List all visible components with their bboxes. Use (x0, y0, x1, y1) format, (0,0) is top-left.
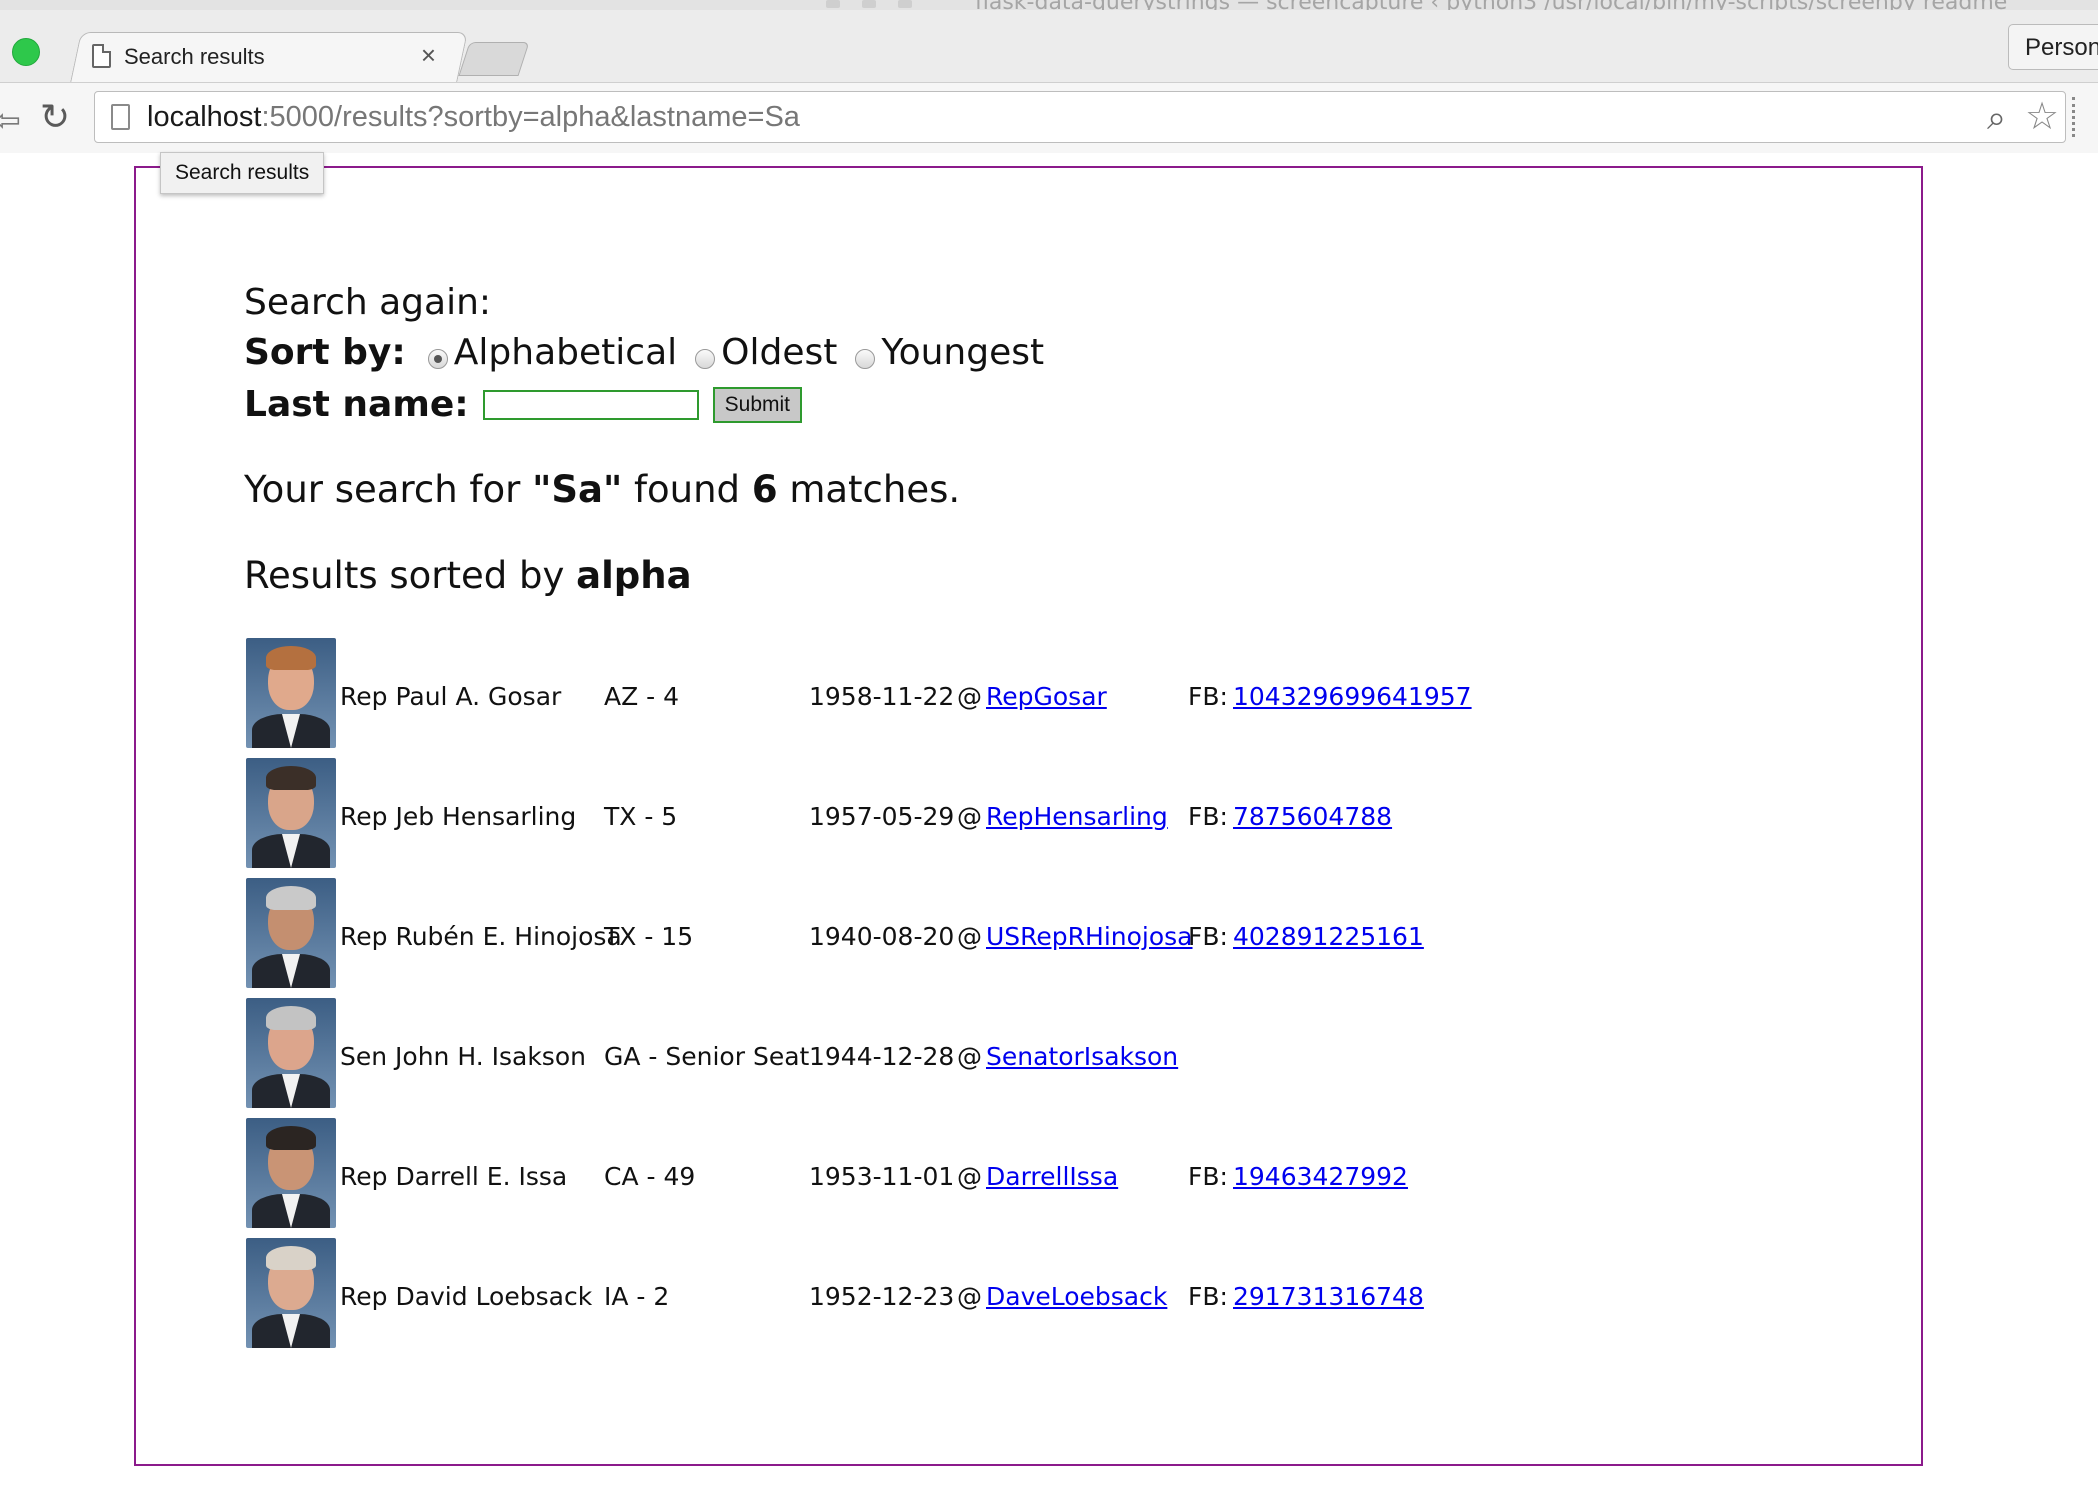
active-tab-content[interactable]: Search results × (88, 32, 458, 82)
member-district: TX - 5 (604, 802, 678, 831)
member-birthdate: 1958-11-22 (809, 682, 955, 711)
sort-youngest-label[interactable]: Youngest (881, 332, 1044, 373)
twitter-link[interactable]: DaveLoebsack (986, 1282, 1167, 1311)
portrait-photo (246, 1118, 336, 1228)
twitter-link[interactable]: RepGosar (986, 682, 1107, 711)
at-sign: @ (957, 1162, 982, 1191)
last-name-input[interactable] (482, 389, 699, 420)
result-row: Rep Paul A. Gosar AZ - 4 1958-11-22 @ Re… (246, 638, 1546, 748)
summary-query: "Sa" (532, 468, 623, 511)
menu-icon[interactable] (2072, 97, 2078, 137)
address-bar[interactable]: localhost:5000/results?sortby=alpha&last… (94, 91, 2066, 143)
fb-label: FB: (1188, 922, 1228, 951)
at-sign: @ (957, 1042, 982, 1071)
member-name: Rep Paul A. Gosar (340, 682, 562, 711)
window-close-light[interactable] (12, 38, 40, 66)
twitter-link[interactable]: RepHensarling (986, 802, 1168, 831)
summary-count: 6 (751, 468, 778, 511)
background-window-title: flask-data-querystrings — screencapture … (975, 0, 2007, 10)
sort-oldest-label[interactable]: Oldest (721, 332, 837, 373)
portrait-photo (246, 998, 336, 1108)
sort-alphabetical-radio[interactable] (427, 348, 448, 369)
result-row: Rep David Loebsack IA - 2 1952-12-23 @ D… (246, 1238, 1546, 1348)
sort-by-row: Sort by: Alphabetical Oldest Youngest (244, 332, 1058, 373)
sort-by-label: Sort by: (244, 332, 406, 373)
fb-label: FB: (1188, 682, 1228, 711)
twitter-link[interactable]: SenatorIsakson (986, 1042, 1178, 1071)
member-district: CA - 49 (604, 1162, 696, 1191)
portrait-photo (246, 878, 336, 988)
url-text[interactable]: localhost:5000/results?sortby=alpha&last… (147, 101, 800, 134)
facebook-link[interactable]: 402891225161 (1233, 922, 1424, 951)
member-name: Sen John H. Isakson (340, 1042, 586, 1071)
member-birthdate: 1940-08-20 (809, 922, 955, 951)
result-row: Sen John H. Isakson GA - Senior Seat 194… (246, 998, 1546, 1108)
profile-button[interactable]: Person (2008, 24, 2098, 70)
at-sign: @ (957, 1282, 982, 1311)
bookmark-star-icon[interactable]: ☆ (2025, 94, 2059, 138)
back-arrow-icon[interactable]: ⇦ (0, 101, 21, 139)
tab-tooltip: Search results (160, 152, 325, 194)
sorted-by-value: alpha (576, 554, 692, 597)
member-district: AZ - 4 (604, 682, 680, 711)
member-name: Rep Jeb Hensarling (340, 802, 577, 831)
portrait-photo (246, 638, 336, 748)
page-icon (92, 44, 111, 68)
background-window-strip: flask-data-querystrings — screencapture … (0, 0, 2098, 10)
facebook-link[interactable]: 7875604788 (1233, 802, 1392, 831)
member-birthdate: 1944-12-28 (809, 1042, 955, 1071)
member-name: Rep Darrell E. Issa (340, 1162, 568, 1191)
facebook-link[interactable]: 291731316748 (1233, 1282, 1424, 1311)
reload-icon[interactable]: ↻ (40, 97, 70, 138)
member-district: IA - 2 (604, 1282, 670, 1311)
search-summary: Your search for "Sa" found 6 matches. (244, 468, 960, 511)
portrait-photo (246, 1238, 336, 1348)
submit-button[interactable]: Submit (712, 386, 803, 423)
member-birthdate: 1953-11-01 (809, 1162, 955, 1191)
toolbar: ⇦ ↻ localhost:5000/results?sortby=alpha&… (0, 82, 2098, 153)
url-host: localhost (147, 101, 262, 133)
member-name: Rep Rubén E. Hinojosa (340, 922, 622, 951)
tab-close-icon[interactable]: × (421, 40, 436, 71)
sorted-by-text: Results sorted by alpha (244, 554, 692, 597)
sort-youngest-radio[interactable] (855, 348, 876, 369)
sort-alphabetical-label[interactable]: Alphabetical (454, 332, 677, 373)
summary-middle: found (622, 468, 752, 511)
at-sign: @ (957, 802, 982, 831)
summary-suffix: matches. (777, 468, 961, 511)
member-name: Rep David Loebsack (340, 1282, 593, 1311)
last-name-label: Last name: (244, 384, 469, 425)
member-district: GA - Senior Seat (604, 1042, 810, 1071)
fb-label: FB: (1188, 802, 1228, 831)
facebook-link[interactable]: 104329699641957 (1233, 682, 1472, 711)
result-row: Rep Rubén E. Hinojosa TX - 15 1940-08-20… (246, 878, 1546, 988)
member-birthdate: 1952-12-23 (809, 1282, 955, 1311)
result-row: Rep Darrell E. Issa CA - 49 1953-11-01 @… (246, 1118, 1546, 1228)
fb-label: FB: (1188, 1282, 1228, 1311)
tab-title: Search results (124, 44, 265, 69)
member-district: TX - 15 (604, 922, 694, 951)
search-again-heading: Search again: (244, 282, 492, 323)
window-control-icon (862, 0, 876, 8)
member-birthdate: 1957-05-29 (809, 802, 955, 831)
at-sign: @ (957, 682, 982, 711)
new-tab-button[interactable] (458, 42, 530, 76)
facebook-link[interactable]: 19463427992 (1233, 1162, 1408, 1191)
portrait-photo (246, 758, 336, 868)
window-control-icon (898, 0, 912, 8)
summary-prefix: Your search for (244, 468, 533, 511)
zoom-icon[interactable]: ⌕ (1987, 98, 2006, 138)
at-sign: @ (957, 922, 982, 951)
sort-oldest-radio[interactable] (695, 348, 716, 369)
browser-chrome: flask-data-querystrings — screencapture … (0, 0, 2098, 153)
sorted-by-prefix: Results sorted by (244, 554, 577, 597)
url-path: :5000/results?sortby=alpha&lastname=Sa (261, 101, 800, 133)
fb-label: FB: (1188, 1162, 1228, 1191)
last-name-row: Last name: Submit (244, 384, 803, 425)
twitter-link[interactable]: USRepRHinojosa (986, 922, 1193, 951)
window-control-icon (826, 0, 840, 8)
page-icon (111, 104, 130, 130)
twitter-link[interactable]: DarrellIssa (986, 1162, 1118, 1191)
result-row: Rep Jeb Hensarling TX - 5 1957-05-29 @ R… (246, 758, 1546, 868)
